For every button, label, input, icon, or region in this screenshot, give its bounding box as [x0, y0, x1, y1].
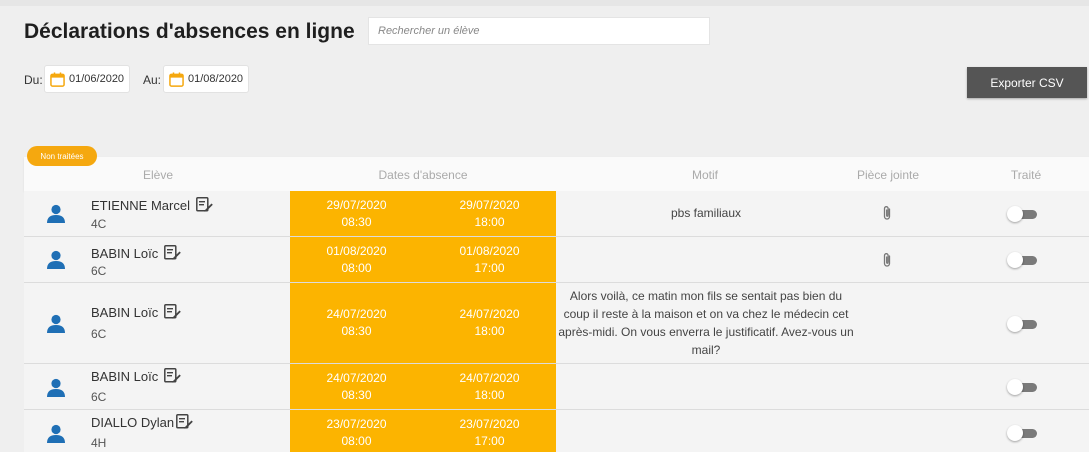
start-time: 08:00	[341, 434, 372, 448]
from-date-value: 01/06/2020	[69, 73, 125, 85]
notes-icon[interactable]	[164, 304, 182, 319]
column-header-student: Elève	[142, 168, 174, 182]
end-date: 24/07/2020	[459, 371, 520, 385]
calendar-icon	[169, 71, 184, 87]
student-avatar-icon	[47, 204, 65, 223]
start-date: 24/07/2020	[326, 307, 387, 321]
absence-dates-cell: 24/07/2020 08:30 24/07/2020 18:00	[290, 364, 556, 409]
start-date: 24/07/2020	[326, 371, 387, 385]
student-name: BABIN Loïc	[91, 368, 182, 384]
student-class: 6C	[91, 264, 107, 278]
end-date: 01/08/2020	[459, 244, 520, 258]
table-row[interactable]: BABIN Loïc 6C 01/08/2020 08:00 01/08/202…	[24, 237, 1089, 283]
end-date: 24/07/2020	[459, 307, 520, 321]
status-filter-badge[interactable]: Non traitées	[27, 146, 97, 166]
student-avatar-icon	[47, 424, 65, 443]
motif-text: pbs familiaux	[670, 206, 742, 220]
student-name: ETIENNE Marcel	[91, 197, 213, 213]
to-date-picker[interactable]: 01/08/2020	[163, 65, 250, 93]
student-name: BABIN Loïc	[91, 304, 182, 320]
treated-toggle[interactable]	[1007, 379, 1037, 395]
student-class: 6C	[91, 390, 107, 404]
student-avatar-icon	[47, 250, 65, 269]
absence-dates-cell: 24/07/2020 08:30 24/07/2020 18:00	[290, 283, 556, 363]
student-avatar-icon	[47, 378, 65, 397]
absence-dates-cell: 23/07/2020 08:00 23/07/2020 17:00	[290, 410, 556, 452]
notes-icon[interactable]	[164, 245, 182, 260]
table-row[interactable]: DIALLO Dylan 4H 23/07/2020 08:00 23/07/2…	[24, 410, 1089, 452]
from-date-picker[interactable]: 01/06/2020	[44, 65, 131, 93]
end-date: 29/07/2020	[459, 198, 520, 212]
end-time: 17:00	[474, 261, 505, 275]
start-time: 08:00	[341, 261, 372, 275]
column-header-motif: Motif	[691, 168, 719, 182]
column-header-treated: Traité	[1010, 168, 1042, 182]
notes-icon[interactable]	[164, 368, 182, 383]
student-class: 4C	[91, 217, 107, 231]
start-time: 08:30	[341, 215, 372, 229]
end-time: 18:00	[474, 215, 505, 229]
absence-dates-cell: 29/07/2020 08:30 29/07/2020 18:00	[290, 191, 556, 236]
from-date-label: Du:	[24, 73, 43, 87]
notes-icon[interactable]	[196, 197, 213, 212]
page-title: Déclarations d'absences en ligne	[24, 20, 355, 43]
column-header-dates: Dates d'absence	[378, 168, 468, 182]
table-row[interactable]: ETIENNE Marcel 4C 29/07/2020 08:30 29/07…	[24, 191, 1089, 237]
end-time: 18:00	[474, 324, 505, 338]
end-time: 17:00	[474, 434, 505, 448]
end-time: 18:00	[474, 388, 505, 402]
student-avatar-icon	[47, 314, 65, 333]
end-date: 23/07/2020	[459, 417, 520, 431]
column-header-attachment: Pièce jointe	[856, 168, 920, 182]
student-class: 6C	[91, 327, 107, 341]
export-csv-button[interactable]: Exporter CSV	[967, 67, 1087, 98]
treated-toggle[interactable]	[1007, 206, 1037, 222]
treated-toggle[interactable]	[1007, 252, 1037, 268]
motif-text: Alors voilà, ce matin mon fils se sentai…	[558, 289, 854, 357]
start-time: 08:30	[341, 324, 372, 338]
student-search-input[interactable]	[368, 17, 710, 45]
top-border	[0, 0, 1089, 6]
table-row[interactable]: BABIN Loïc 6C 24/07/2020 08:30 24/07/202…	[24, 283, 1089, 364]
treated-toggle[interactable]	[1007, 316, 1037, 332]
start-date: 23/07/2020	[326, 417, 387, 431]
table-header: Elève Dates d'absence Motif Pièce jointe…	[24, 157, 1089, 191]
start-time: 08:30	[341, 388, 372, 402]
to-date-value: 01/08/2020	[188, 73, 244, 85]
to-date-label: Au:	[143, 73, 162, 87]
treated-toggle[interactable]	[1007, 425, 1037, 441]
absence-dates-cell: 01/08/2020 08:00 01/08/2020 17:00	[290, 237, 556, 282]
student-class: 4H	[91, 436, 107, 450]
start-date: 29/07/2020	[326, 198, 387, 212]
student-name: DIALLO Dylan	[91, 414, 193, 430]
paperclip-icon[interactable]	[880, 205, 894, 221]
notes-icon[interactable]	[176, 414, 193, 429]
start-date: 01/08/2020	[326, 244, 387, 258]
paperclip-icon[interactable]	[880, 252, 894, 268]
student-name: BABIN Loïc	[91, 245, 182, 261]
calendar-icon	[50, 71, 65, 87]
table-row[interactable]: BABIN Loïc 6C 24/07/2020 08:30 24/07/202…	[24, 364, 1089, 410]
